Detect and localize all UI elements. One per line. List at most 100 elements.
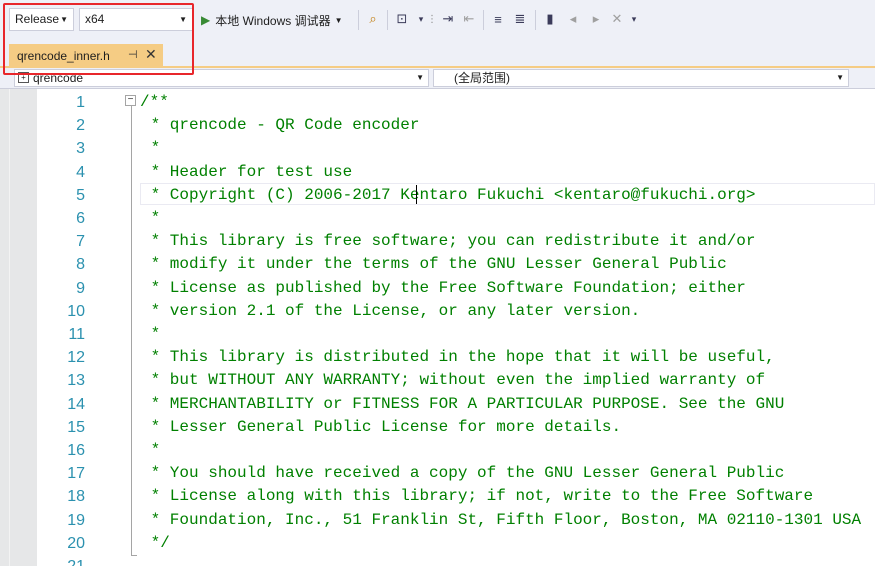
line-number: 10 [67,302,85,320]
code-text: * This library is distributed in the hop… [141,348,775,367]
code-line[interactable]: 3 * [0,137,875,160]
line-number: 18 [67,488,85,506]
project-icon: + [18,72,29,83]
line-number: 12 [67,349,85,367]
code-line[interactable]: 6 * [0,207,875,230]
platform-value: x64 [85,12,105,26]
text-caret [416,185,417,204]
pin-icon[interactable]: ⊣ [128,48,138,61]
code-text: * Lesser General Public License for more… [141,417,622,436]
code-text: * MERCHANTABILITY or FITNESS FOR A PARTI… [141,394,785,413]
member-dropdown[interactable]: (全局范围) ▼ [433,69,849,87]
line-number: 3 [76,140,85,158]
line-number: 11 [68,326,85,343]
code-text: * Foundation, Inc., 51 Franklin St, Fift… [141,510,862,529]
scope-value: qrencode [33,71,84,85]
code-text: * modify it under the terms of the GNU L… [141,255,727,274]
tab-qrencode-inner[interactable]: qrencode_inner.h ⊣ ✕ [9,44,163,68]
toolbar-separator [358,10,359,30]
bookmark-icon[interactable]: ▮ [542,11,558,27]
line-number: 7 [76,233,85,251]
code-line[interactable]: 16 * [0,439,875,462]
line-number: 2 [76,117,85,135]
line-number: 13 [67,372,85,390]
code-text: * Header for test use [141,162,353,181]
code-text: * You should have received a copy of the… [141,464,785,483]
code-text: /** [140,93,169,111]
platform-dropdown[interactable]: x64 ▼ [79,8,193,31]
line-number: 9 [76,279,85,297]
outdent-icon[interactable]: ⇤ [461,11,477,27]
code-line[interactable]: 11 * [0,323,875,346]
code-text: * [141,325,161,343]
scope-dropdown[interactable]: + qrencode ▼ [14,69,429,87]
code-line[interactable]: 12 * This library is distributed in the … [0,346,875,369]
tab-label: qrencode_inner.h [17,49,110,63]
chevron-down-icon[interactable]: ▾ [626,11,642,27]
toolbar-separator [387,10,388,30]
code-line[interactable]: 7 * This library is free software; you c… [0,230,875,253]
close-icon[interactable]: ✕ [145,46,157,63]
line-number: 6 [76,210,85,227]
code-text: * but WITHOUT ANY WARRANTY; without even… [141,371,766,390]
code-line[interactable]: 10 * version 2.1 of the License, or any … [0,300,875,323]
code-line[interactable]: 14 * MERCHANTABILITY or FITNESS FOR A PA… [0,393,875,416]
play-icon: ▶ [201,13,211,27]
line-number: 17 [67,465,85,483]
gripper-icon: ⋮ [427,13,437,25]
code-line[interactable]: 8 * modify it under the terms of the GNU… [0,253,875,276]
code-line[interactable]: 18 * License along with this library; if… [0,485,875,508]
configuration-value: Release [15,12,60,26]
line-number: 15 [67,418,85,436]
line-number: 21 [40,555,85,566]
code-line[interactable]: 5 * Copyright (C) 2006-2017 Kentaro Fuku… [0,184,875,207]
code-line[interactable]: 21 [0,555,875,566]
clear-bookmark-icon[interactable]: ✕ [609,11,625,27]
line-number: 20 [67,534,85,552]
code-line[interactable]: 20 */ [0,532,875,555]
chevron-down-icon: ▼ [334,15,343,25]
code-text: * [141,441,161,459]
find-icon[interactable]: ⌕ [365,11,381,27]
code-text: * [141,209,161,227]
chevron-down-icon: ▼ [416,73,424,82]
code-line[interactable]: 17 * You should have received a copy of … [0,462,875,485]
code-text: * This library is free software; you can… [141,232,756,251]
toolbar-separator [535,10,536,30]
prev-bookmark-icon[interactable]: ◂ [565,11,581,27]
line-number: 4 [76,163,85,181]
line-number: 8 [76,256,85,274]
code-editor[interactable]: − 1/** 2 * qrencode - QR Code encoder 3 * 4… [0,89,875,566]
code-line[interactable]: 9 * License as published by the Free Sof… [0,277,875,300]
code-text: * version 2.1 of the License, or any lat… [141,301,641,320]
chevron-down-icon: ▼ [179,15,187,24]
line-number: 19 [67,511,85,529]
toolbar: Release ▼ x64 ▼ ▶ 本地 Windows 调试器 ▼ ⌕ ⊡ ▾… [0,0,875,40]
navigation-bar: + qrencode ▼ (全局范围) ▼ [0,68,875,89]
line-number: 5 [76,186,85,204]
indent-icon[interactable]: ⇥ [440,11,456,27]
document-tab-strip: qrencode_inner.h ⊣ ✕ [0,40,875,68]
code-line[interactable]: 1 /** [0,91,875,114]
uncomment-icon[interactable]: ≣ [512,11,528,27]
line-number: 14 [67,395,85,413]
comment-icon[interactable]: ≡ [490,11,506,27]
code-line[interactable]: 13 * but WITHOUT ANY WARRANTY; without e… [0,369,875,392]
toolbar-separator [483,10,484,30]
configuration-dropdown[interactable]: Release ▼ [9,8,74,31]
member-value: (全局范围) [454,71,510,85]
code-text: * Copyright (C) 2006-2017 Kentaro Fukuch… [141,185,756,204]
code-text: * License along with this library; if no… [141,487,814,506]
line-number: 1 [76,94,85,111]
chevron-down-icon: ▼ [836,73,844,82]
next-bookmark-icon[interactable]: ▸ [588,11,604,27]
start-debugging-button[interactable]: ▶ 本地 Windows 调试器 ▼ [201,9,343,31]
code-line[interactable]: 19 * Foundation, Inc., 51 Franklin St, F… [0,509,875,532]
code-line[interactable]: 4 * Header for test use [0,161,875,184]
code-line[interactable]: 2 * qrencode - QR Code encoder [0,114,875,137]
solution-icon[interactable]: ⊡ [394,11,410,27]
code-line[interactable]: 15 * Lesser General Public License for m… [0,416,875,439]
chevron-down-icon: ▼ [60,15,68,24]
code-text: * [141,139,161,158]
code-text: */ [141,533,170,552]
